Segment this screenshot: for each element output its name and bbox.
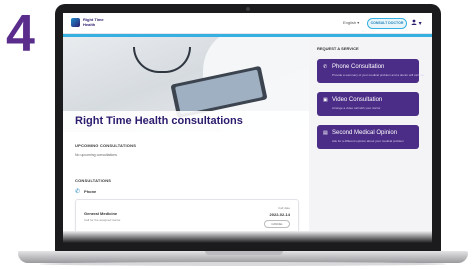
logo-text: Right Time Health (83, 17, 104, 27)
logo[interactable]: Right Time Health (71, 17, 105, 27)
stethoscope-shape (133, 47, 191, 73)
consultation-title: General Medicine (84, 211, 118, 216)
video-consultation-card[interactable]: ▣ Video Consultation Arrange a video cal… (317, 92, 419, 116)
chevron-down-icon: ▾ (357, 20, 360, 25)
logo-mark-icon (71, 18, 80, 27)
step-number: 4 (6, 5, 35, 63)
main-content: Right Time Health consultations UPCOMING… (63, 37, 309, 243)
phone-consultation-card[interactable]: ✆ Phone Consultation Provide a summary o… (317, 59, 425, 83)
laptop-notch (205, 251, 283, 255)
service-description: Provide a summary of your medical proble… (332, 73, 426, 77)
request-service-heading: REQUEST A SERVICE (317, 46, 359, 51)
phone-icon: ✆ (75, 189, 81, 195)
service-title: Video Consultation (332, 97, 383, 103)
phone-label: Phone (84, 189, 97, 194)
upcoming-consultations-heading: UPCOMING CONSULTATIONS (75, 143, 137, 148)
consult-doctor-button[interactable]: CONSULT DOCTOR (367, 18, 407, 29)
consultation-subtitle: Call for the assigned doctor (84, 218, 121, 222)
service-description: Arrange a video call with your doctor (332, 106, 381, 110)
service-title: Second Medical Opinion (332, 130, 398, 136)
laptop-lid: Right Time Health English ▾ CONSULT DOCT… (55, 4, 441, 252)
user-icon[interactable]: ▾ (411, 19, 425, 27)
service-title: Phone Consultation (332, 64, 385, 70)
language-selector[interactable]: English ▾ (343, 20, 359, 25)
top-bar: Right Time Health English ▾ CONSULT DOCT… (63, 13, 432, 34)
consultation-date: 2022-02-14 (269, 212, 290, 217)
second-opinion-card[interactable]: ▤ Second Medical Opinion Ask for a diffe… (317, 125, 419, 149)
user-icon-svg (411, 19, 417, 25)
camera-icon (246, 7, 250, 11)
upcoming-consultations-text: No upcoming consultations (75, 153, 118, 157)
cancel-consultation-button[interactable]: CANCEL (264, 220, 290, 228)
hero-image: Right Time Health consultations (63, 37, 309, 132)
phone-category: ✆ Phone (75, 188, 96, 195)
language-label: English (343, 20, 357, 25)
laptop-shadow (40, 262, 446, 266)
screen-bottom-shade (63, 231, 432, 243)
video-icon: ▣ (323, 97, 328, 103)
page: 4 Right Time Health English ▾ CONSULT DO… (0, 0, 472, 269)
chevron-down-icon: ▾ (418, 21, 422, 27)
phone-icon: ✆ (323, 64, 328, 70)
document-icon: ▤ (323, 130, 328, 136)
consultation-card[interactable]: General Medicine Call for the assigned d… (75, 199, 299, 235)
page-title: Right Time Health consultations (75, 115, 243, 127)
consultations-heading: CONSULTATIONS (75, 178, 112, 183)
laptop-screen: Right Time Health English ▾ CONSULT DOCT… (63, 13, 432, 243)
service-description: Ask for a different opinion about your m… (332, 139, 404, 143)
consultation-meta: Call date (278, 206, 290, 210)
sidebar: REQUEST A SERVICE ✆ Phone Consultation P… (309, 37, 432, 243)
